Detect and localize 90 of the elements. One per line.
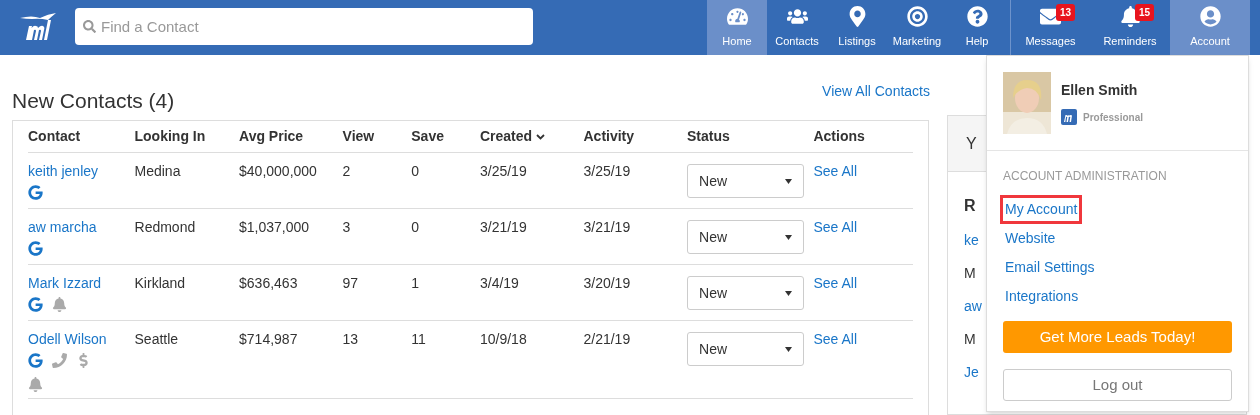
panel-item: aw (964, 297, 982, 316)
menu-item[interactable]: My Account (1000, 195, 1083, 224)
table-cell: $636,463 (239, 275, 298, 291)
nav-tab[interactable]: Account (1170, 0, 1250, 55)
count-badge: 15 (1135, 4, 1155, 21)
column-header[interactable]: Avg Price (239, 126, 304, 147)
panel-item: M (964, 330, 976, 349)
logout-button[interactable]: Log out (1003, 369, 1232, 401)
gauge-icon (726, 5, 748, 27)
table-cell: 11 (411, 331, 426, 347)
table-cell: 2/21/19 (583, 331, 631, 347)
panel-heading: Y (966, 133, 977, 154)
contact-name-link[interactable]: aw marcha (28, 217, 135, 238)
nav-tab[interactable]: Marketing (887, 0, 947, 55)
google-icon (28, 353, 43, 368)
panel-item: M (964, 264, 976, 283)
status-select[interactable]: New (687, 220, 804, 254)
contact-name-link[interactable]: Odell Wilson (28, 329, 135, 350)
table-cell: 13 (342, 331, 359, 347)
table-cell: 3/20/19 (583, 275, 631, 291)
menu-item[interactable]: Email Settings (1000, 253, 1100, 282)
column-header[interactable]: Activity (583, 126, 635, 147)
column-header[interactable]: Created (479, 126, 546, 147)
table-cell: 10/9/18 (479, 331, 527, 347)
nav-tab[interactable]: Home (707, 0, 767, 55)
status-select[interactable]: New (687, 164, 804, 198)
sort-caret-icon (536, 133, 546, 140)
table-cell: 3/4/19 (479, 275, 519, 291)
column-header[interactable]: Looking In (134, 126, 206, 147)
nav-tab[interactable]: Help (947, 0, 1007, 55)
google-icon (28, 185, 43, 200)
plan-label: Professional (1083, 110, 1144, 125)
table-cell: 0 (411, 219, 420, 235)
table-cell: $40,000,000 (239, 163, 317, 179)
bell-icon (52, 297, 67, 312)
help-icon (966, 5, 988, 27)
contact-name-link[interactable]: Mark Izzard (28, 273, 135, 294)
count-badge: 13 (1056, 4, 1076, 21)
status-select[interactable]: New (687, 276, 804, 310)
bell-icon (28, 377, 43, 392)
google-icon (28, 241, 43, 256)
table-cell: 1 (411, 275, 420, 291)
table-cell: 0 (411, 163, 420, 179)
nav-tab[interactable]: Listings (827, 0, 887, 55)
nav-tab[interactable]: Reminders 15 (1090, 0, 1170, 55)
dropdown-caret-icon (785, 178, 792, 184)
target-icon (906, 5, 928, 27)
table-cell: 3 (342, 219, 351, 235)
search-icon (83, 20, 96, 33)
table-cell: 3/25/19 (583, 163, 631, 179)
column-header[interactable]: Actions (813, 126, 865, 147)
menu-item[interactable]: Integrations (1000, 282, 1084, 311)
section-label: ACCOUNT ADMINISTRATION (1003, 168, 1168, 185)
table-cell: 3/25/19 (479, 163, 527, 179)
see-all-link[interactable]: See All (813, 219, 858, 235)
panel-subheading: R (964, 196, 976, 216)
table-cell: 97 (342, 275, 359, 291)
dropdown-caret-icon (785, 346, 792, 352)
contact-name-link[interactable]: keith jenley (28, 161, 135, 182)
table-cell: Seattle (134, 331, 179, 347)
logo-icon (1061, 109, 1077, 125)
see-all-link[interactable]: See All (813, 331, 858, 347)
table-cell: $714,987 (239, 331, 298, 347)
phone-icon (52, 353, 67, 368)
dropdown-caret-icon (785, 234, 792, 240)
section-title: New Contacts (4) (12, 87, 175, 114)
see-all-link[interactable]: See All (813, 275, 858, 291)
see-all-link[interactable]: See All (813, 163, 858, 179)
table-cell: Kirkland (134, 275, 186, 291)
dropdown-caret-icon (785, 290, 792, 296)
nav-tab[interactable]: Contacts (767, 0, 827, 55)
table-cell: 2 (342, 163, 351, 179)
user-icon (1199, 5, 1221, 27)
google-icon (28, 297, 43, 312)
table-cell: 3/21/19 (479, 219, 527, 235)
table-cell: Redmond (134, 219, 196, 235)
menu-item[interactable]: Website (1000, 224, 1061, 253)
column-header[interactable]: Save (411, 126, 444, 147)
search-field[interactable]: Find a Contact (75, 8, 533, 45)
view-all-link[interactable]: View All Contacts (822, 81, 930, 102)
table-cell: $1,037,000 (239, 219, 310, 235)
user-name: Ellen Smith (1061, 81, 1139, 100)
panel-item: Je (964, 363, 979, 382)
column-header[interactable]: Status (687, 126, 730, 147)
column-header[interactable]: Contact (28, 126, 81, 147)
table-cell: 3/21/19 (583, 219, 631, 235)
column-header[interactable]: View (342, 126, 375, 147)
status-select[interactable]: New (687, 332, 804, 366)
table-cell: Medina (134, 163, 181, 179)
panel-item: ke (964, 231, 979, 250)
